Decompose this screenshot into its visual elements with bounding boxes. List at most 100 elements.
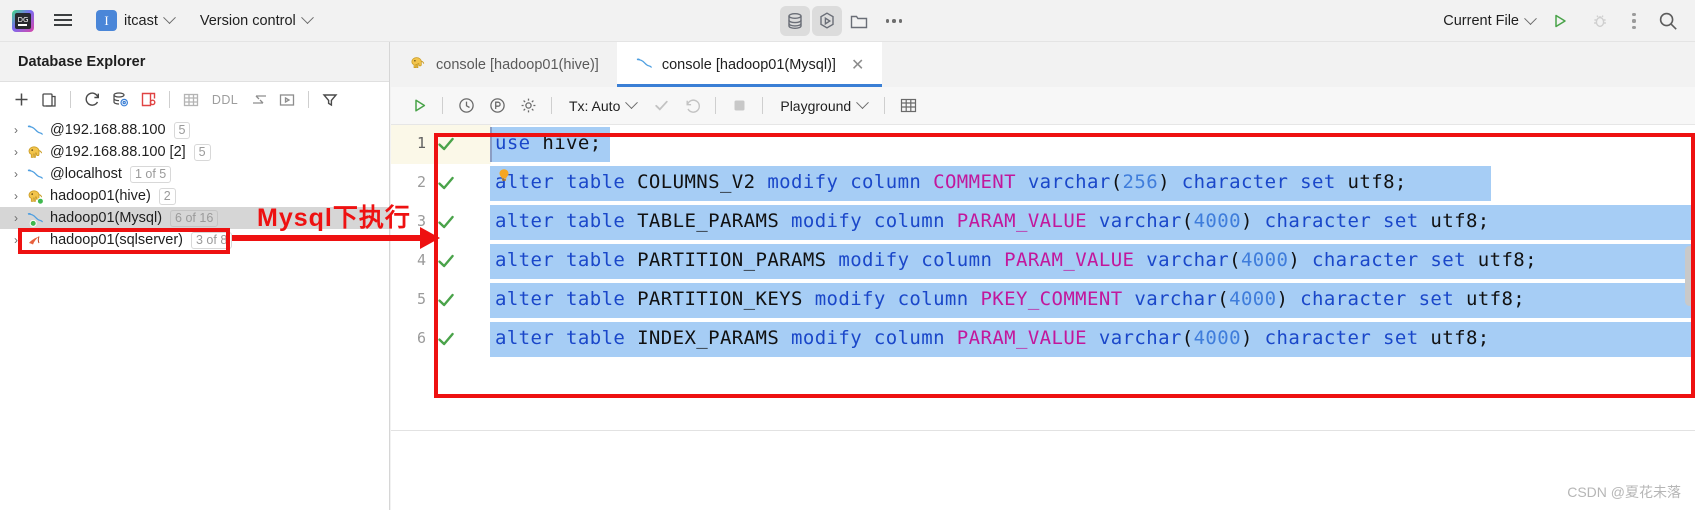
stop-square-icon bbox=[725, 92, 753, 120]
import-data-icon bbox=[246, 87, 272, 113]
tree-item-label: @localhost bbox=[50, 166, 122, 182]
chevron-down-icon bbox=[856, 96, 870, 110]
settings-gear-icon[interactable] bbox=[514, 92, 542, 120]
refresh-icon[interactable] bbox=[79, 87, 105, 113]
tree-item-connection[interactable]: › @localhost 1 of 5 bbox=[0, 163, 389, 185]
tree-item-badge: 6 of 16 bbox=[170, 209, 219, 227]
schema-label: Playground bbox=[780, 97, 852, 114]
ddl-label: DDL bbox=[211, 92, 239, 107]
toolbar-separator bbox=[70, 91, 71, 108]
tab-label: console [hadoop01(hive)] bbox=[436, 56, 599, 73]
tree-item-label: hadoop01(hive) bbox=[50, 188, 151, 204]
hamburger-menu-icon[interactable] bbox=[50, 8, 76, 34]
tree-item-label: @192.168.88.100 [2] bbox=[50, 144, 186, 160]
annotation-arrow-line bbox=[232, 235, 422, 241]
database-explorer-toolbar: DDL bbox=[0, 82, 389, 117]
expand-chevron-icon[interactable]: › bbox=[8, 207, 24, 229]
mysql-dolphin-icon bbox=[24, 165, 46, 183]
version-control-menu[interactable]: Version control bbox=[199, 11, 314, 29]
tree-item-label: hadoop01(Mysql) bbox=[50, 210, 163, 226]
tab-console-hive[interactable]: console [hadoop01(hive)] bbox=[391, 42, 617, 87]
project-avatar: I bbox=[96, 10, 117, 31]
parameters-icon[interactable] bbox=[483, 92, 511, 120]
expand-chevron-icon[interactable]: › bbox=[8, 185, 24, 207]
line-number: 4 bbox=[416, 251, 426, 269]
editor-tab-bar: console [hadoop01(hive)] console [hadoop… bbox=[391, 42, 1695, 87]
expand-chevron-icon[interactable]: › bbox=[8, 119, 24, 141]
run-config-label: Current File bbox=[1443, 13, 1519, 29]
tree-item-badge: 5 bbox=[193, 143, 211, 161]
tree-item-badge: 5 bbox=[173, 121, 191, 139]
toolbar-separator bbox=[884, 97, 886, 114]
datagrip-logo-icon: DG bbox=[10, 8, 36, 34]
table-icon bbox=[178, 87, 204, 113]
toolbar-right-group: Current File bbox=[1421, 0, 1683, 42]
panel-title: Database Explorer bbox=[18, 53, 146, 70]
close-icon[interactable]: ✕ bbox=[851, 55, 864, 75]
line-number: 2 bbox=[416, 173, 426, 191]
chevron-down-icon bbox=[625, 96, 639, 110]
line-number: 5 bbox=[416, 290, 426, 308]
database-explorer-header: Database Explorer bbox=[0, 42, 389, 82]
commit-check-icon bbox=[647, 92, 675, 120]
toolbar-center-group bbox=[780, 6, 908, 36]
new-query-console-icon[interactable] bbox=[135, 87, 161, 113]
line-number: 1 bbox=[416, 134, 426, 152]
tree-item-label: @192.168.88.100 bbox=[50, 122, 166, 138]
tree-item-badge: 2 bbox=[158, 187, 176, 205]
toolbar-separator bbox=[169, 91, 170, 108]
tab-console-mysql[interactable]: console [hadoop01(Mysql)] ✕ bbox=[616, 42, 883, 87]
chevron-down-icon bbox=[300, 11, 314, 25]
execute-play-icon[interactable] bbox=[405, 92, 433, 120]
chevron-down-icon bbox=[162, 11, 176, 25]
hive-elephant-icon bbox=[409, 55, 427, 75]
debug-bug-icon[interactable] bbox=[1585, 6, 1615, 36]
more-dots-icon[interactable] bbox=[880, 7, 908, 35]
hive-elephant-icon bbox=[24, 143, 46, 161]
schema-selector[interactable]: Playground bbox=[780, 96, 870, 114]
datagrip-window: DG I itcast Version control Current File… bbox=[0, 0, 1695, 510]
run-console-icon[interactable] bbox=[812, 6, 842, 36]
filter-icon[interactable] bbox=[317, 87, 343, 113]
database-explorer-panel: Database Explorer DDL › @192.168.88.100 … bbox=[0, 42, 390, 510]
transaction-mode-selector[interactable]: Tx: Auto bbox=[569, 96, 639, 114]
transaction-mode-label: Tx: Auto bbox=[569, 97, 621, 114]
editor-bottom-divider bbox=[391, 430, 1695, 431]
watermark-label: CSDN @夏花未落 bbox=[1567, 484, 1681, 500]
version-control-label: Version control bbox=[199, 12, 296, 29]
run-play-icon[interactable] bbox=[1545, 6, 1575, 36]
toolbar-separator bbox=[762, 97, 764, 114]
toolbar-separator bbox=[551, 97, 552, 114]
expand-chevron-icon[interactable]: › bbox=[8, 163, 24, 185]
main-toolbar: DG I itcast Version control Current File bbox=[0, 0, 1695, 42]
toolbar-separator bbox=[308, 91, 309, 108]
add-icon[interactable] bbox=[8, 87, 34, 113]
more-vertical-icon[interactable] bbox=[1625, 9, 1643, 33]
tree-item-badge: 1 of 5 bbox=[129, 165, 172, 183]
expand-chevron-icon[interactable]: › bbox=[8, 141, 24, 163]
mysql-dolphin-icon bbox=[24, 209, 46, 227]
toolbar-separator bbox=[715, 97, 717, 114]
duplicate-icon[interactable] bbox=[36, 87, 62, 113]
tree-item-connection[interactable]: › @192.168.88.100 [2] 5 bbox=[0, 141, 389, 163]
annotation-label: Mysql下执行 bbox=[257, 204, 411, 232]
database-icon[interactable] bbox=[780, 6, 810, 36]
folder-icon[interactable] bbox=[844, 6, 874, 36]
database-settings-icon[interactable] bbox=[107, 87, 133, 113]
svg-text:DG: DG bbox=[18, 16, 29, 24]
line-number: 6 bbox=[416, 329, 426, 347]
tree-item-connection[interactable]: › @192.168.88.100 5 bbox=[0, 119, 389, 141]
annotation-box-mysql-node bbox=[18, 228, 230, 254]
history-clock-icon[interactable] bbox=[452, 92, 480, 120]
data-grid-icon[interactable] bbox=[894, 92, 922, 120]
project-selector[interactable]: I itcast bbox=[92, 8, 178, 33]
project-name-label: itcast bbox=[124, 12, 158, 29]
run-configuration-selector[interactable]: Current File bbox=[1443, 11, 1537, 29]
hive-elephant-icon bbox=[24, 187, 46, 205]
toolbar-separator bbox=[442, 97, 443, 114]
mysql-dolphin-icon bbox=[24, 121, 46, 139]
editor-toolbar: Tx: Auto Playground bbox=[391, 87, 1695, 125]
search-icon[interactable] bbox=[1653, 6, 1683, 36]
open-console-icon bbox=[274, 87, 300, 113]
tab-label: console [hadoop01(Mysql)] bbox=[661, 56, 836, 73]
